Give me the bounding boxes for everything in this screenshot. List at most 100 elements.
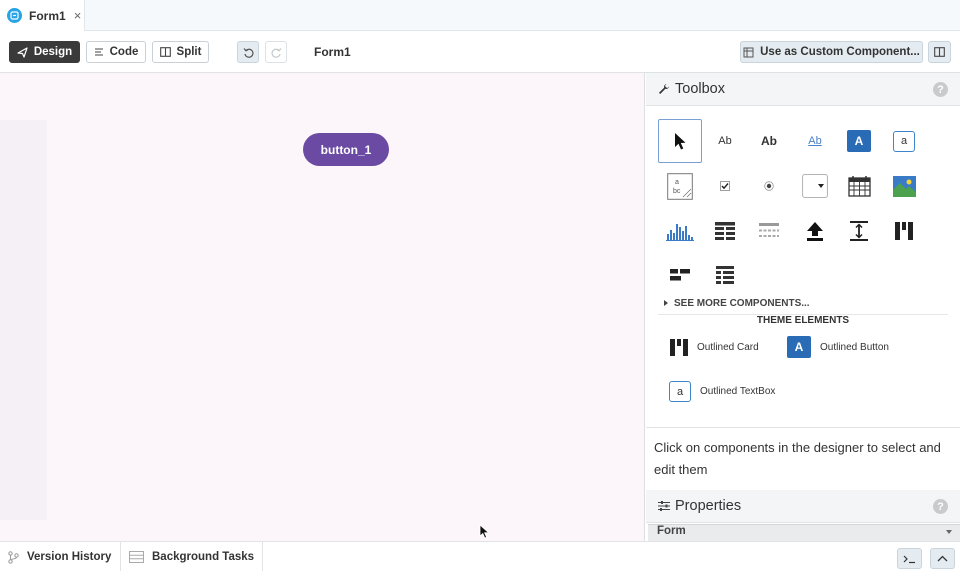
paper-plane-icon (17, 46, 28, 58)
code-label: Code (109, 46, 139, 58)
background-tasks-label: Background Tasks (152, 551, 255, 563)
svg-text:a: a (675, 179, 679, 186)
properties-title: Properties (675, 498, 742, 514)
theme-elements-title: THEME ELEMENTS (756, 315, 850, 326)
image-icon (892, 175, 916, 197)
version-history-label: Version History (27, 551, 112, 563)
expand-arrow-icon (664, 300, 668, 306)
outlined-textbox-label: Outlined TextBox (700, 386, 776, 397)
split-button[interactable]: Split (152, 41, 209, 63)
background-tasks-tab[interactable]: Background Tasks (121, 542, 263, 571)
data-grid-tool[interactable] (703, 209, 747, 253)
repeating-panel-tool[interactable] (747, 209, 791, 253)
outlined-card-label: Outlined Card (697, 342, 759, 353)
chevron-up-icon (937, 555, 948, 562)
outlined-button-icon: A (787, 336, 811, 358)
close-icon[interactable]: × (74, 8, 82, 23)
linear-panel-icon (716, 266, 734, 284)
mouse-cursor-icon (479, 524, 490, 539)
form-button-component[interactable]: button_1 (303, 133, 389, 166)
wrench-icon (659, 84, 669, 94)
dropdown-tool[interactable] (793, 164, 837, 208)
svg-text:bc: bc (673, 188, 681, 195)
radio-tool[interactable] (747, 164, 791, 208)
date-picker-tool[interactable] (837, 164, 881, 208)
selection-hint: Click on components in the designer to s… (646, 427, 960, 490)
spacer-tool[interactable] (837, 209, 881, 253)
theme-item-outlined-card[interactable]: Outlined Card (670, 339, 759, 356)
form-title: Form1 (314, 45, 351, 59)
textarea-tool[interactable]: a bc (658, 164, 702, 208)
linear-panel-tool[interactable] (703, 253, 747, 297)
button-tool[interactable]: A (837, 119, 881, 163)
pointer-icon (675, 132, 686, 149)
outlined-textbox-icon: a (669, 381, 691, 402)
file-loader-tool[interactable] (793, 209, 837, 253)
panel-icon (934, 47, 945, 57)
expand-panel-button[interactable] (930, 548, 955, 569)
help-icon[interactable]: ? (933, 499, 948, 514)
bottom-bar: Version History Background Tasks (0, 541, 960, 571)
label-tool[interactable]: Ab (703, 119, 747, 163)
properties-form-section[interactable]: Form (648, 524, 960, 541)
form-section-label: Form (657, 525, 686, 537)
custom-component-label: Use as Custom Component... (760, 46, 920, 58)
help-icon[interactable]: ? (933, 82, 948, 97)
caret-down-icon (946, 530, 952, 534)
column-panel-tool[interactable] (882, 209, 926, 253)
redo-icon (270, 47, 281, 58)
outlined-button-label: Outlined Button (820, 341, 889, 353)
split-label: Split (176, 46, 202, 58)
checkbox-icon (720, 181, 730, 191)
server-icon (129, 551, 144, 563)
tab-strip: Form1 × (0, 0, 960, 31)
terminal-icon (903, 555, 915, 563)
dropdown-icon (802, 174, 828, 198)
theme-item-outlined-button[interactable]: A Outlined Button (787, 336, 889, 358)
design-button[interactable]: Design (9, 41, 80, 63)
flow-panel-tool[interactable] (658, 253, 702, 297)
sliders-icon (658, 501, 670, 511)
tab-label: Form1 (29, 8, 66, 23)
spacer-icon (850, 221, 868, 241)
redo-button[interactable] (265, 41, 287, 63)
link-tool[interactable]: Ab (793, 119, 837, 163)
form-icon (7, 8, 22, 23)
upload-icon (807, 222, 823, 241)
checkbox-tool[interactable] (703, 164, 747, 208)
undo-button[interactable] (237, 41, 259, 63)
version-history-tab[interactable]: Version History (0, 542, 121, 571)
link-tool-text: Ab (808, 135, 822, 147)
code-button[interactable]: Code (86, 41, 146, 63)
git-branch-icon (8, 550, 19, 564)
textbox-tool[interactable]: a (882, 119, 926, 163)
theme-item-outlined-textbox[interactable]: a Outlined TextBox (669, 381, 775, 402)
outlined-card-icon (670, 339, 688, 356)
tab-form1[interactable]: Form1 × (0, 0, 85, 31)
radio-icon (764, 181, 774, 191)
code-lines-icon (94, 48, 103, 56)
plot-tool[interactable] (658, 209, 702, 253)
design-canvas[interactable]: button_1 (0, 73, 645, 541)
design-label: Design (33, 46, 73, 58)
designer-toolbar: Design Code Split Form1 Use as Custom Co… (0, 31, 960, 73)
pointer-tool[interactable] (658, 119, 702, 163)
label-tool-text: Ab (718, 135, 732, 147)
console-button[interactable] (897, 548, 922, 569)
repeating-panel-icon (759, 223, 779, 237)
column-panel-icon (895, 222, 913, 240)
properties-header: Properties ? (646, 490, 960, 523)
button-tool-icon: A (847, 130, 871, 152)
textbox-tool-icon: a (893, 130, 915, 152)
split-view-icon (159, 47, 171, 57)
rich-text-tool-text: Ab (761, 134, 777, 148)
calendar-icon (847, 176, 871, 197)
use-as-custom-component-button[interactable]: Use as Custom Component... (740, 41, 923, 63)
right-panel: Toolbox ? Ab Ab Ab A a a bc SEE MORE COM… (646, 73, 960, 541)
component-icon (743, 47, 754, 57)
rich-text-tool[interactable]: Ab (747, 119, 791, 163)
undo-icon (243, 47, 254, 58)
image-tool[interactable] (882, 164, 926, 208)
see-more-components-link[interactable]: SEE MORE COMPONENTS... (674, 298, 810, 309)
toggle-panel-button[interactable] (928, 41, 951, 63)
